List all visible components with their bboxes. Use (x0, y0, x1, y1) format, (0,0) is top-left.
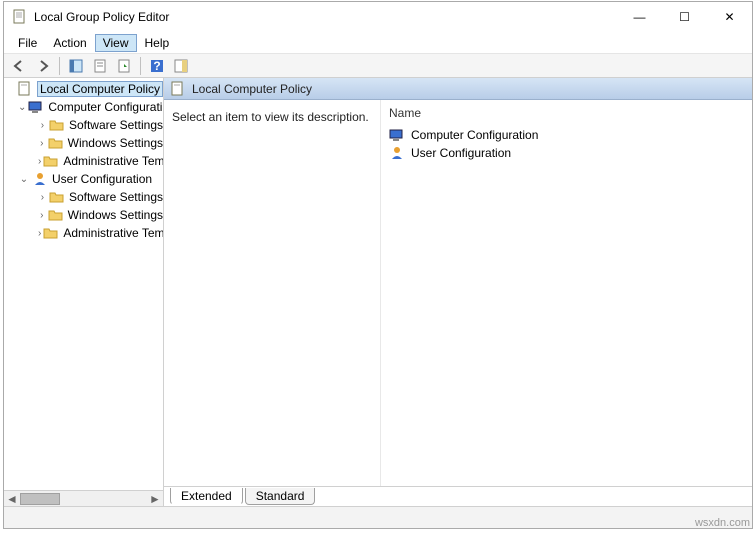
list-item[interactable]: User Configuration (389, 144, 744, 162)
content-header: Local Computer Policy (164, 78, 752, 100)
tree-computer-config[interactable]: ⌄ Computer Configuration (4, 98, 163, 116)
maximize-button[interactable]: ☐ (662, 2, 707, 32)
tree-software-settings[interactable]: › Software Settings (4, 116, 163, 134)
tree-windows-settings[interactable]: › Windows Settings (4, 206, 163, 224)
tree-item-label: Windows Settings (68, 136, 163, 150)
menubar: File Action View Help (4, 32, 752, 54)
expand-icon[interactable]: › (38, 120, 47, 131)
policy-icon (17, 81, 33, 97)
tree-sidebar: Local Computer Policy ⌄ Computer Configu… (4, 78, 164, 506)
menu-file[interactable]: File (10, 34, 45, 52)
tree-item-label: Windows Settings (68, 208, 163, 222)
app-icon (12, 9, 28, 25)
tree-item-label: Computer Configuration (48, 100, 163, 114)
expand-icon[interactable]: › (38, 156, 41, 167)
tree-item-label: User Configuration (52, 172, 152, 186)
list-item[interactable]: Computer Configuration (389, 126, 744, 144)
expand-icon[interactable]: › (38, 210, 46, 221)
menu-help[interactable]: Help (137, 34, 178, 52)
folder-icon (43, 153, 59, 169)
tree-admin-templates[interactable]: › Administrative Templates (4, 152, 163, 170)
list-item-label: User Configuration (411, 146, 511, 160)
horizontal-scrollbar[interactable]: ◄ ► (4, 490, 163, 506)
column-header-name[interactable]: Name (389, 106, 744, 126)
menu-action[interactable]: Action (45, 34, 94, 52)
titlebar: Local Group Policy Editor — ☐ ✕ (4, 2, 752, 32)
tree-item-label: Software Settings (69, 118, 163, 132)
tree-windows-settings[interactable]: › Windows Settings (4, 134, 163, 152)
policy-icon (170, 81, 186, 97)
tree-item-label: Software Settings (69, 190, 163, 204)
tree-item-label: Administrative Templates (63, 226, 163, 240)
tree-software-settings[interactable]: › Software Settings (4, 188, 163, 206)
content-pane: Local Computer Policy Select an item to … (164, 78, 752, 506)
close-button[interactable]: ✕ (707, 2, 752, 32)
expand-icon[interactable]: › (38, 138, 46, 149)
folder-icon (49, 117, 65, 133)
window-title: Local Group Policy Editor (34, 10, 617, 24)
expand-icon[interactable]: ⌄ (18, 102, 26, 113)
user-icon (32, 171, 48, 187)
minimize-button[interactable]: — (617, 2, 662, 32)
scroll-right-icon[interactable]: ► (147, 492, 163, 506)
tree-admin-templates[interactable]: › Administrative Templates (4, 224, 163, 242)
statusbar (4, 506, 752, 528)
expand-icon[interactable]: ⌄ (18, 174, 30, 185)
help-button[interactable]: ? (146, 55, 168, 77)
folder-icon (43, 225, 59, 241)
description-pane: Select an item to view its description. (164, 100, 380, 486)
tree-item-label: Administrative Templates (63, 154, 163, 168)
computer-icon (28, 99, 44, 115)
tab-extended[interactable]: Extended (170, 488, 243, 505)
user-icon (389, 145, 405, 161)
items-pane: Name Computer Configuration User Configu… (380, 100, 752, 486)
tree-root-label: Local Computer Policy (37, 81, 163, 97)
show-tree-button[interactable] (65, 55, 87, 77)
export-button[interactable] (113, 55, 135, 77)
content-title: Local Computer Policy (192, 82, 312, 96)
menu-view[interactable]: View (95, 34, 137, 52)
scroll-left-icon[interactable]: ◄ (4, 492, 20, 506)
tab-standard[interactable]: Standard (245, 488, 316, 505)
folder-icon (49, 189, 65, 205)
forward-button[interactable] (32, 55, 54, 77)
computer-icon (389, 127, 405, 143)
tree-user-config[interactable]: ⌄ User Configuration (4, 170, 163, 188)
folder-icon (48, 135, 64, 151)
watermark: wsxdn.com (695, 517, 750, 529)
tree-root[interactable]: Local Computer Policy (4, 80, 163, 98)
back-button[interactable] (8, 55, 30, 77)
expand-icon[interactable]: › (38, 228, 41, 239)
folder-icon (48, 207, 64, 223)
svg-text:?: ? (153, 59, 160, 73)
action-pane-button[interactable] (170, 55, 192, 77)
expand-icon[interactable]: › (38, 192, 47, 203)
toolbar: ? (4, 54, 752, 78)
scroll-thumb[interactable] (20, 493, 60, 505)
properties-button[interactable] (89, 55, 111, 77)
view-tabs: Extended Standard (164, 486, 752, 506)
list-item-label: Computer Configuration (411, 128, 538, 142)
